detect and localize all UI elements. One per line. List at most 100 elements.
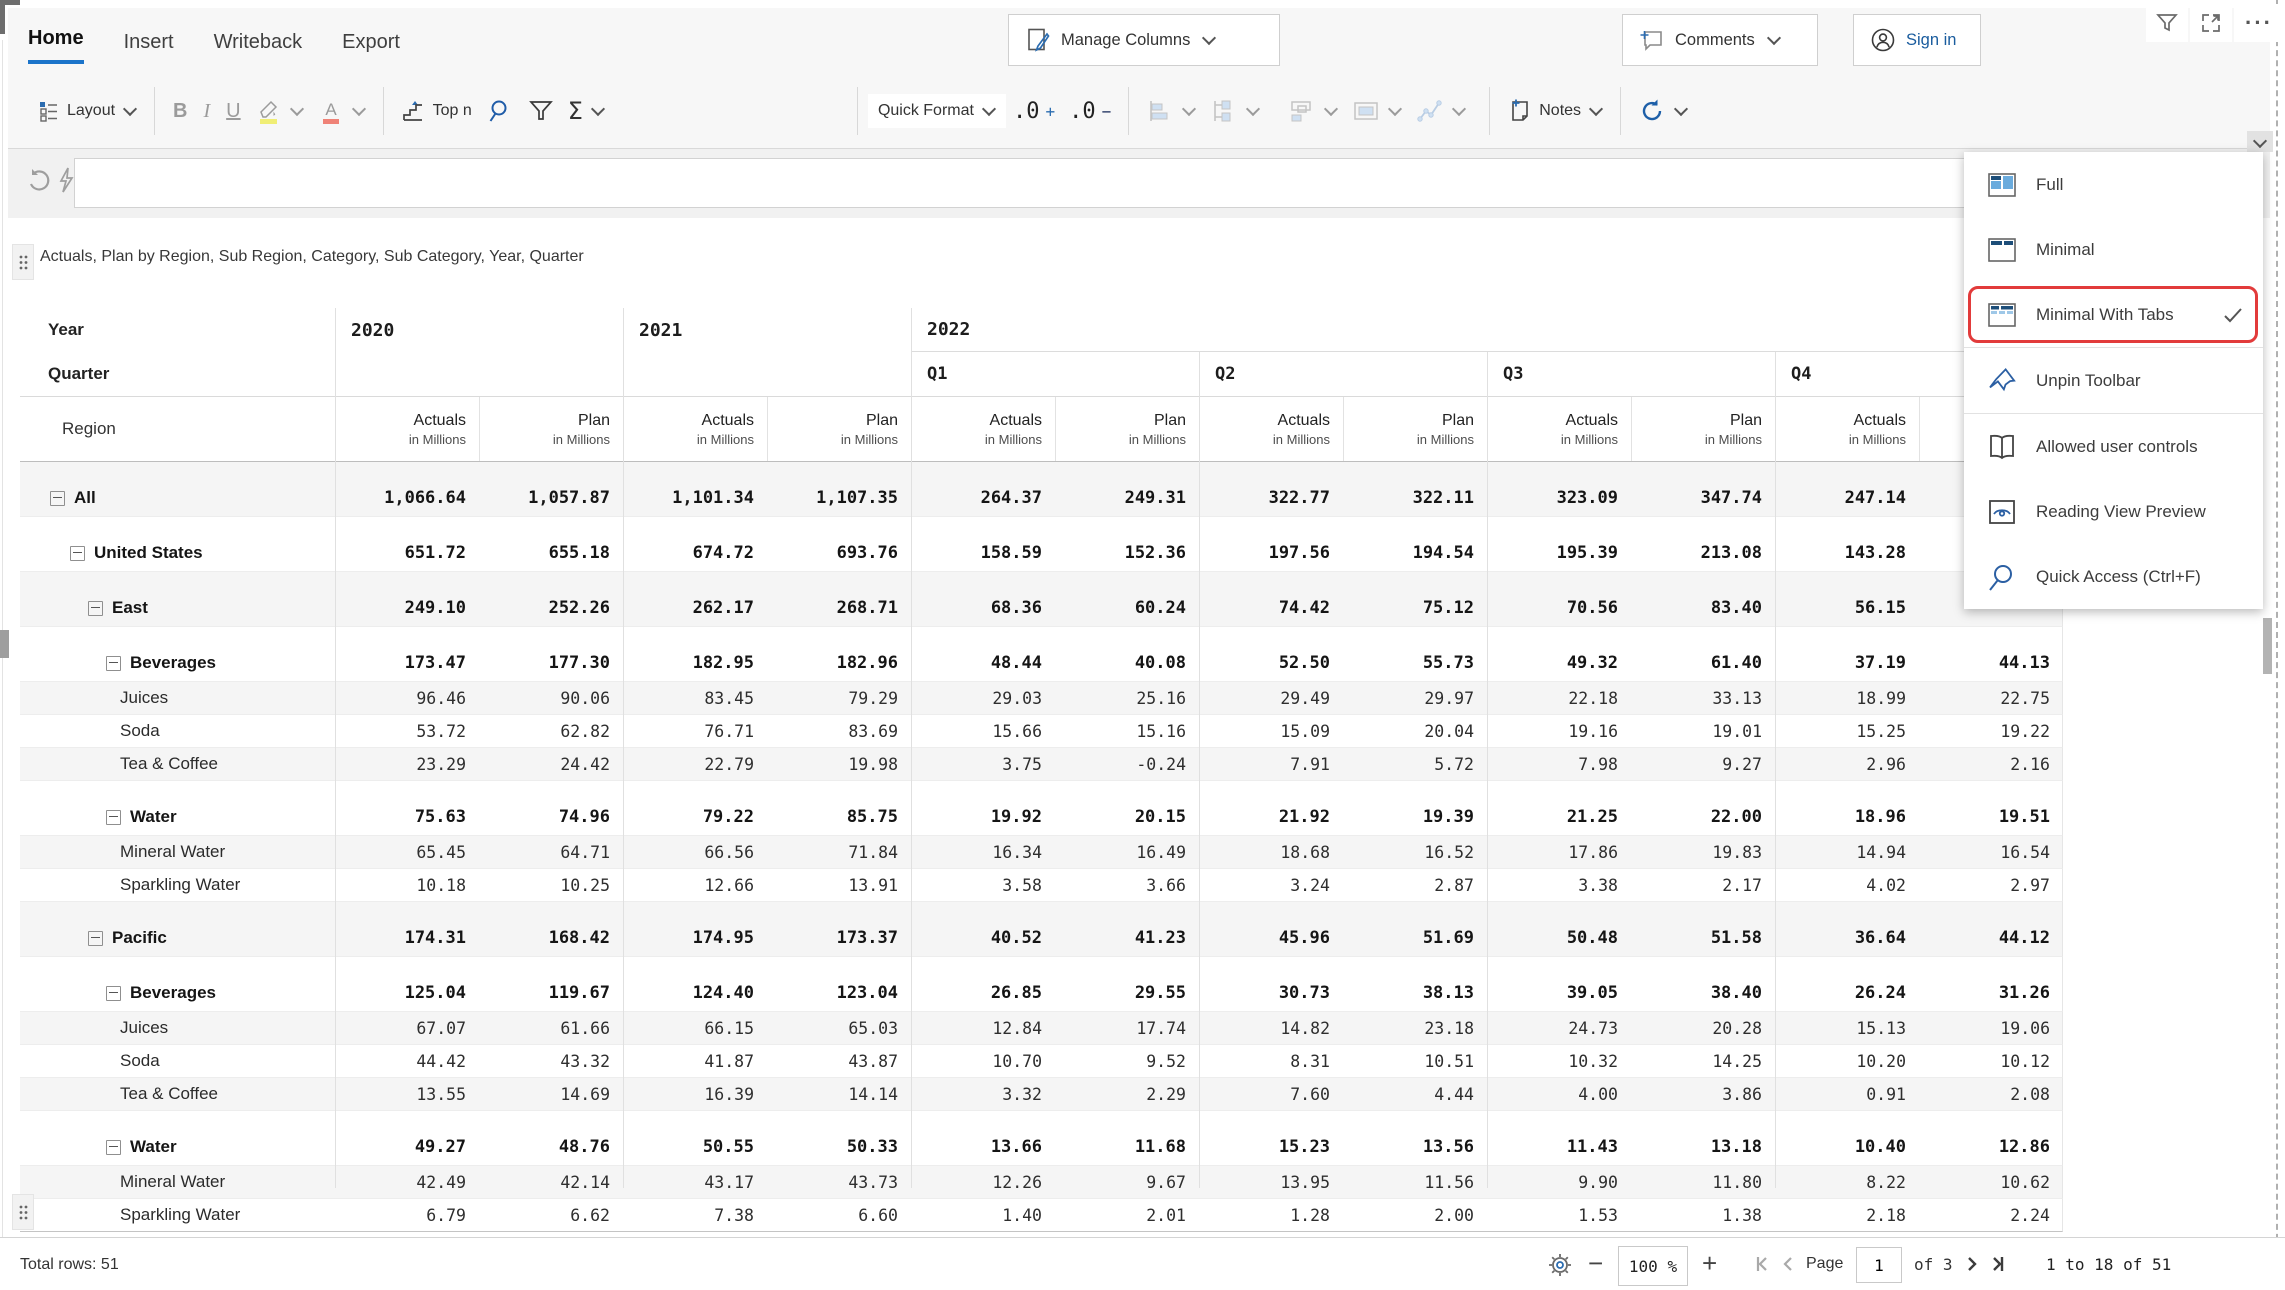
zoom-out-button[interactable]: − [1588, 1248, 1603, 1279]
value-cell[interactable]: 23.29 [335, 755, 479, 774]
value-cell[interactable]: 1,057.87 [479, 488, 623, 508]
value-cell[interactable]: 1.38 [1631, 1206, 1775, 1225]
value-cell[interactable]: 8.22 [1775, 1173, 1919, 1192]
value-cell[interactable]: 3.38 [1487, 876, 1631, 895]
row-label[interactable]: Tea & Coffee [20, 1084, 335, 1104]
value-cell[interactable]: 18.96 [1775, 807, 1919, 827]
value-cell[interactable]: 90.06 [479, 689, 623, 708]
value-cell[interactable]: 7.91 [1199, 755, 1343, 774]
value-cell[interactable]: 76.71 [623, 722, 767, 741]
value-cell[interactable]: 249.10 [335, 598, 479, 618]
value-cell[interactable]: 23.18 [1343, 1019, 1487, 1038]
selection-corner-handle[interactable] [0, 0, 5, 34]
focus-mode-icon[interactable] [2190, 4, 2232, 42]
value-cell[interactable]: 2.17 [1631, 876, 1775, 895]
year-2021-header[interactable]: 2021 [623, 308, 911, 352]
value-cell[interactable]: 61.40 [1631, 653, 1775, 673]
value-cell[interactable]: 70.56 [1487, 598, 1631, 618]
value-cell[interactable]: 4.44 [1343, 1085, 1487, 1104]
value-cell[interactable]: 40.08 [1055, 653, 1199, 673]
value-cell[interactable]: 5.72 [1343, 755, 1487, 774]
aggregate-button[interactable]: Σ [561, 97, 612, 125]
value-cell[interactable]: 68.36 [911, 598, 1055, 618]
value-cell[interactable]: 56.15 [1775, 598, 1919, 618]
value-cell[interactable]: 10.70 [911, 1052, 1055, 1071]
value-cell[interactable]: 13.91 [767, 876, 911, 895]
value-cell[interactable]: 19.01 [1631, 722, 1775, 741]
value-cell[interactable]: 12.84 [911, 1019, 1055, 1038]
comments-button[interactable]: Comments [1622, 14, 1818, 66]
value-cell[interactable]: 67.07 [335, 1019, 479, 1038]
value-cell[interactable]: 44.42 [335, 1052, 479, 1071]
value-cell[interactable]: 44.12 [1919, 928, 2063, 948]
value-cell[interactable]: 83.45 [623, 689, 767, 708]
value-cell[interactable]: 51.69 [1343, 928, 1487, 948]
value-cell[interactable]: 168.42 [479, 928, 623, 948]
visual-drag-handle-bottom[interactable] [12, 1194, 34, 1230]
quarter-q3-header[interactable]: Q3 [1487, 352, 1775, 396]
value-cell[interactable]: 39.05 [1487, 983, 1631, 1003]
menu-item-minimal[interactable]: Minimal [1964, 217, 2263, 282]
value-cell[interactable]: 19.39 [1343, 807, 1487, 827]
value-cell[interactable]: 143.28 [1775, 543, 1919, 563]
value-cell[interactable]: 10.62 [1919, 1173, 2063, 1192]
value-cell[interactable]: 38.40 [1631, 983, 1775, 1003]
measure-column-header[interactable]: Actualsin Millions [1775, 397, 1919, 461]
row-label[interactable]: Mineral Water [20, 842, 335, 862]
value-cell[interactable]: 674.72 [623, 543, 767, 563]
value-cell[interactable]: 14.14 [767, 1085, 911, 1104]
value-cell[interactable]: 9.90 [1487, 1173, 1631, 1192]
value-cell[interactable]: 1.28 [1199, 1206, 1343, 1225]
previous-page-button[interactable] [1778, 1254, 1798, 1274]
collapse-icon[interactable] [106, 986, 121, 1001]
value-cell[interactable]: 55.73 [1343, 653, 1487, 673]
row-label[interactable]: Soda [20, 1051, 335, 1071]
value-cell[interactable]: 11.56 [1343, 1173, 1487, 1192]
row-label[interactable]: All [20, 488, 335, 508]
row-label[interactable]: Sparkling Water [20, 1205, 335, 1225]
value-cell[interactable]: 22.18 [1487, 689, 1631, 708]
value-cell[interactable]: 12.26 [911, 1173, 1055, 1192]
value-cell[interactable]: 17.86 [1487, 843, 1631, 862]
chart-layout-button[interactable] [1281, 97, 1345, 125]
collapse-icon[interactable] [50, 491, 65, 506]
chart-table-button[interactable] [1345, 97, 1409, 125]
value-cell[interactable]: 20.04 [1343, 722, 1487, 741]
value-cell[interactable]: 16.54 [1919, 843, 2063, 862]
value-cell[interactable]: 158.59 [911, 543, 1055, 563]
row-label[interactable]: Water [20, 807, 335, 827]
quarter-q2-header[interactable]: Q2 [1199, 352, 1487, 396]
value-cell[interactable]: 18.68 [1199, 843, 1343, 862]
value-cell[interactable]: 119.67 [479, 983, 623, 1003]
value-cell[interactable]: 15.23 [1199, 1137, 1343, 1157]
row-label[interactable]: Soda [20, 721, 335, 741]
quarter-q1-header[interactable]: Q1 [911, 352, 1199, 396]
value-cell[interactable]: 61.66 [479, 1019, 623, 1038]
value-cell[interactable]: 22.79 [623, 755, 767, 774]
value-cell[interactable]: 15.25 [1775, 722, 1919, 741]
value-cell[interactable]: 2.24 [1919, 1206, 2063, 1225]
value-cell[interactable]: 17.74 [1055, 1019, 1199, 1038]
value-cell[interactable]: 6.79 [335, 1206, 479, 1225]
value-cell[interactable]: 15.13 [1775, 1019, 1919, 1038]
menu-item-allowed-user-controls[interactable]: Allowed user controls [1964, 414, 2263, 479]
value-cell[interactable]: 41.23 [1055, 928, 1199, 948]
value-cell[interactable]: 249.31 [1055, 488, 1199, 508]
collapse-icon[interactable] [106, 656, 121, 671]
row-label[interactable]: Beverages [20, 983, 335, 1003]
value-cell[interactable]: 41.87 [623, 1052, 767, 1071]
value-cell[interactable]: 10.20 [1775, 1052, 1919, 1071]
value-cell[interactable]: 29.49 [1199, 689, 1343, 708]
value-cell[interactable]: 49.32 [1487, 653, 1631, 673]
measure-column-header[interactable]: Actualsin Millions [1487, 397, 1631, 461]
value-cell[interactable]: 25.16 [1055, 689, 1199, 708]
zoom-in-button[interactable]: + [1702, 1248, 1717, 1279]
value-cell[interactable]: 10.18 [335, 876, 479, 895]
value-cell[interactable]: 213.08 [1631, 543, 1775, 563]
value-cell[interactable]: 60.24 [1055, 598, 1199, 618]
value-cell[interactable]: 13.56 [1343, 1137, 1487, 1157]
value-cell[interactable]: 14.82 [1199, 1019, 1343, 1038]
value-cell[interactable]: 71.84 [767, 843, 911, 862]
value-cell[interactable]: 31.26 [1919, 983, 2063, 1003]
row-label[interactable]: East [20, 598, 335, 618]
